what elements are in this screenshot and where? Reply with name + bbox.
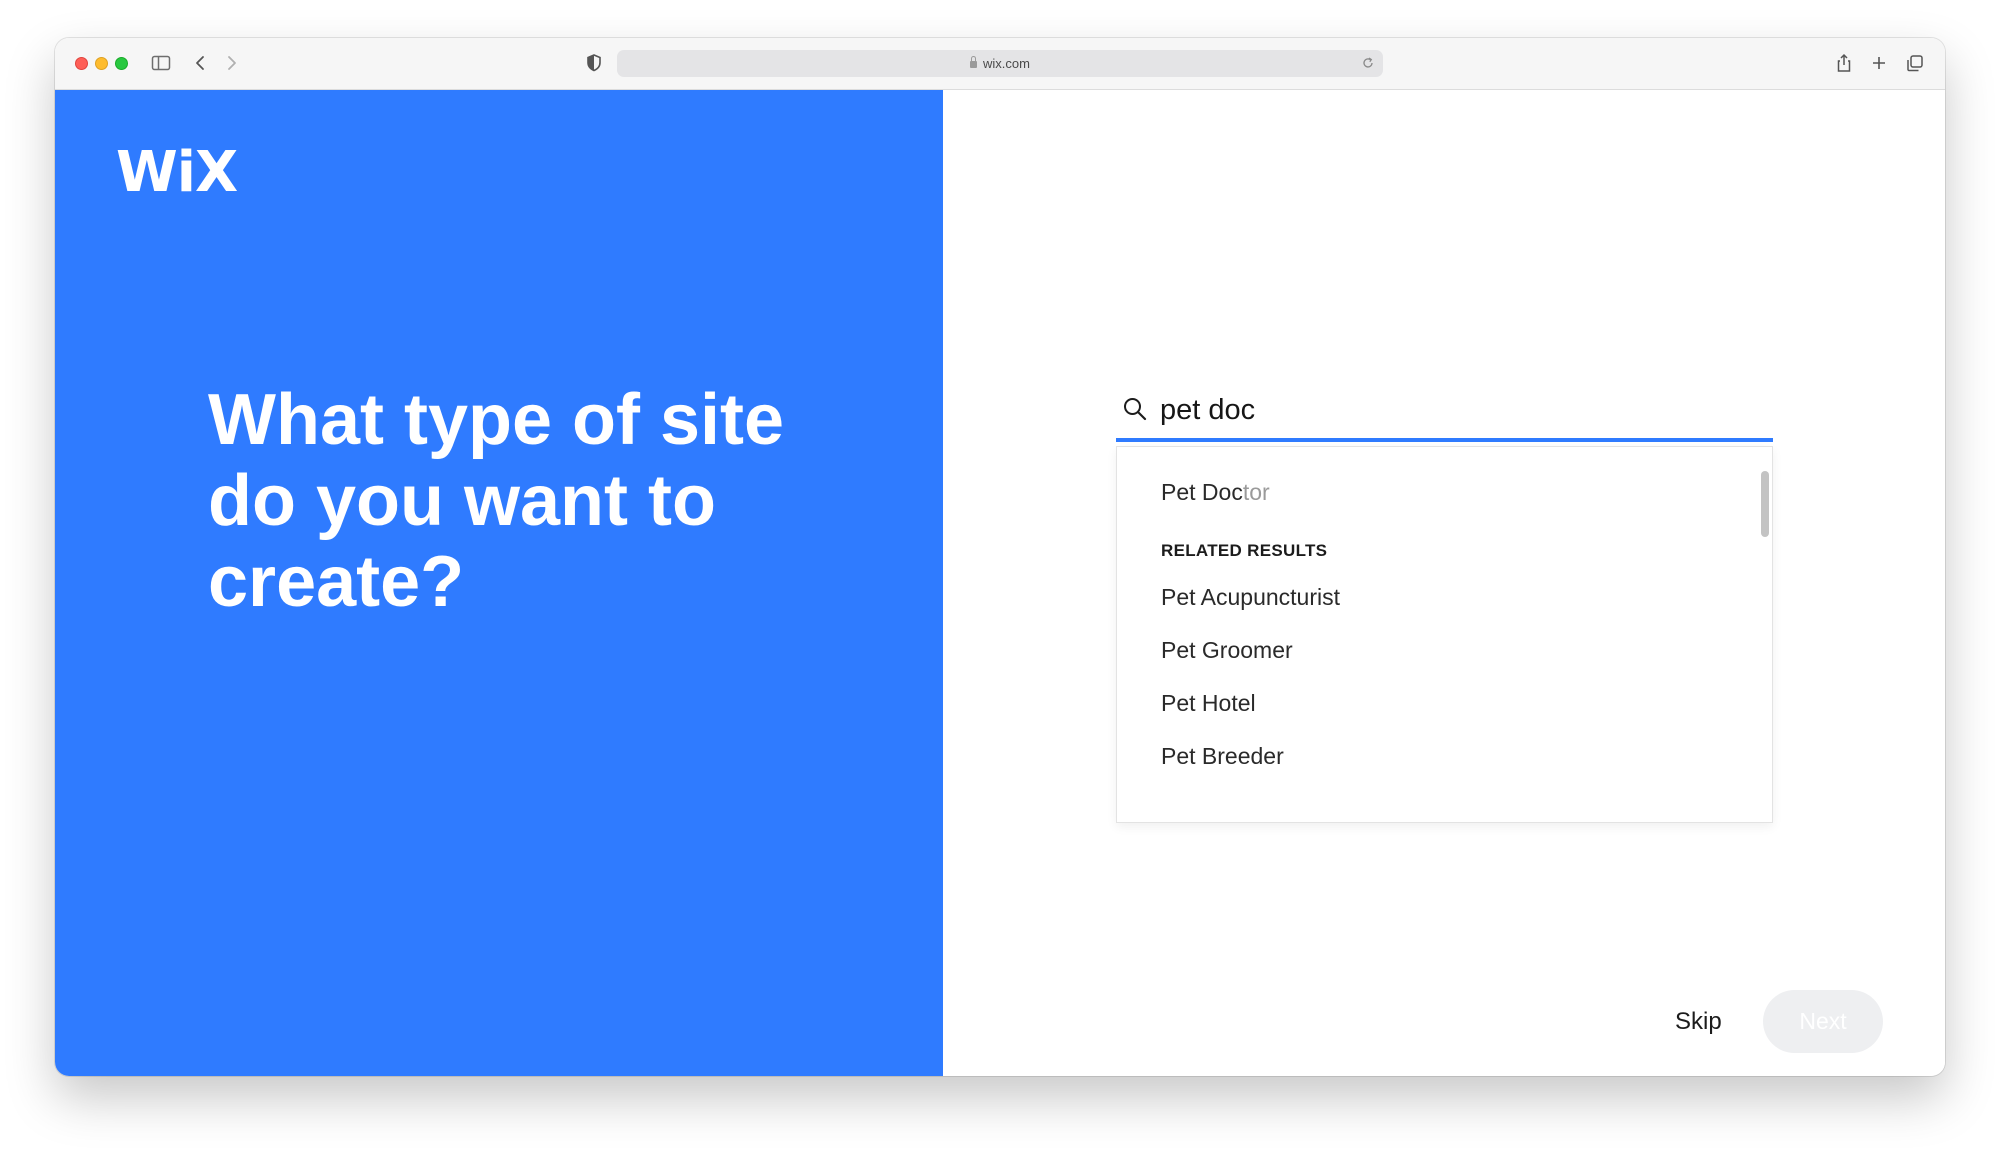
site-type-panel: Pet Doctor RELATED RESULTS Pet Acupunctu… — [943, 90, 1945, 1076]
wix-logo: WiX — [116, 140, 238, 205]
search-input[interactable] — [1160, 388, 1740, 432]
related-result-item[interactable]: Pet Groomer — [1161, 637, 1293, 664]
forward-icon[interactable] — [225, 52, 239, 74]
related-result-item[interactable]: Pet Acupuncturist — [1161, 584, 1340, 611]
search-icon — [1124, 398, 1147, 421]
lock-icon — [970, 56, 978, 68]
page-content: WiX What type of site do you want to cre… — [55, 90, 1945, 1076]
tab-overview-icon[interactable] — [1905, 52, 1925, 74]
browser-toolbar: wix.com — [55, 38, 1945, 90]
next-button[interactable]: Next — [1763, 990, 1883, 1053]
page-title: What type of site do you want to create? — [208, 380, 785, 622]
reload-icon[interactable] — [1361, 56, 1375, 70]
privacy-shield-icon[interactable] — [585, 52, 603, 74]
intro-panel: WiX What type of site do you want to cre… — [55, 90, 943, 1076]
share-icon[interactable] — [1835, 52, 1853, 74]
related-results-heading: RELATED RESULTS — [1161, 541, 1328, 560]
address-text: wix.com — [617, 56, 1383, 71]
address-bar[interactable]: wix.com — [617, 50, 1383, 77]
suggestion-completion-text: tor — [1242, 479, 1270, 505]
zoom-window-button[interactable] — [115, 57, 128, 70]
sidebar-toggle-icon[interactable] — [151, 52, 171, 74]
suggestion-typed-text: Pet Doc — [1161, 479, 1243, 505]
related-result-item[interactable]: Pet Breeder — [1161, 743, 1284, 770]
browser-window: wix.com WiX What type of site do you wan… — [55, 38, 1945, 1076]
minimize-window-button[interactable] — [95, 57, 108, 70]
back-icon[interactable] — [193, 52, 207, 74]
new-tab-icon[interactable] — [1870, 52, 1888, 74]
site-type-search[interactable] — [1116, 388, 1773, 442]
dropdown-scrollbar[interactable] — [1761, 471, 1769, 537]
suggestions-dropdown: Pet Doctor RELATED RESULTS Pet Acupunctu… — [1116, 446, 1773, 823]
skip-button[interactable]: Skip — [1675, 1008, 1722, 1036]
related-result-item[interactable]: Pet Hotel — [1161, 690, 1256, 717]
close-window-button[interactable] — [75, 57, 88, 70]
top-suggestion[interactable]: Pet Doctor — [1161, 479, 1270, 506]
